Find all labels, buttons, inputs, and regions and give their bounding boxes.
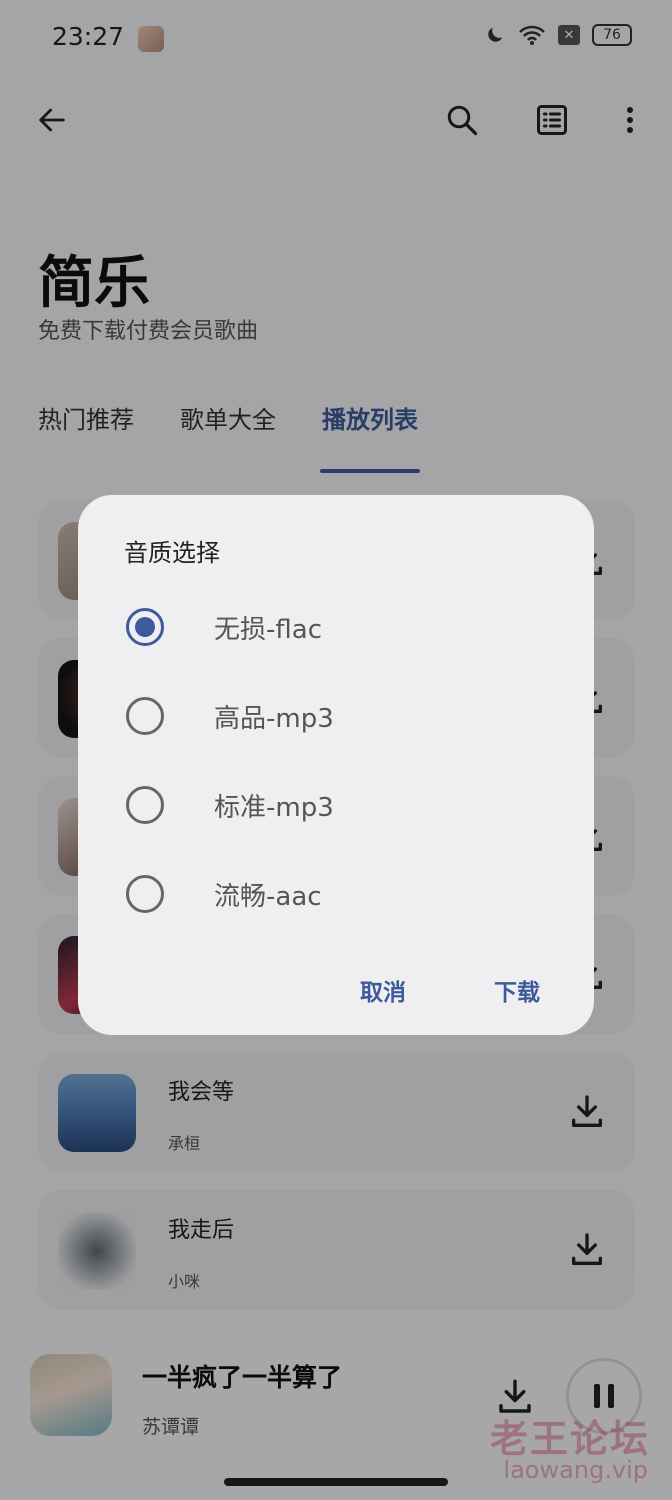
radio-unchecked-icon[interactable] <box>126 697 164 735</box>
radio-checked-icon[interactable] <box>126 608 164 646</box>
download-button[interactable]: 下载 <box>494 973 540 1007</box>
option-high-mp3[interactable]: 高品-mp3 <box>126 696 334 736</box>
dialog-title: 音质选择 <box>124 539 220 567</box>
option-standard-mp3[interactable]: 标准-mp3 <box>126 785 334 825</box>
option-smooth-aac[interactable]: 流畅-aac <box>126 874 322 914</box>
option-label: 无损-flac <box>214 614 322 645</box>
option-label: 标准-mp3 <box>214 792 334 823</box>
option-label: 高品-mp3 <box>214 703 334 734</box>
quality-dialog: 音质选择 无损-flac 高品-mp3 标准-mp3 流畅-aac 取消 下载 <box>78 495 594 1035</box>
radio-unchecked-icon[interactable] <box>126 875 164 913</box>
cancel-button[interactable]: 取消 <box>360 973 406 1007</box>
radio-unchecked-icon[interactable] <box>126 786 164 824</box>
option-flac[interactable]: 无损-flac <box>126 607 322 647</box>
option-label: 流畅-aac <box>214 881 322 912</box>
